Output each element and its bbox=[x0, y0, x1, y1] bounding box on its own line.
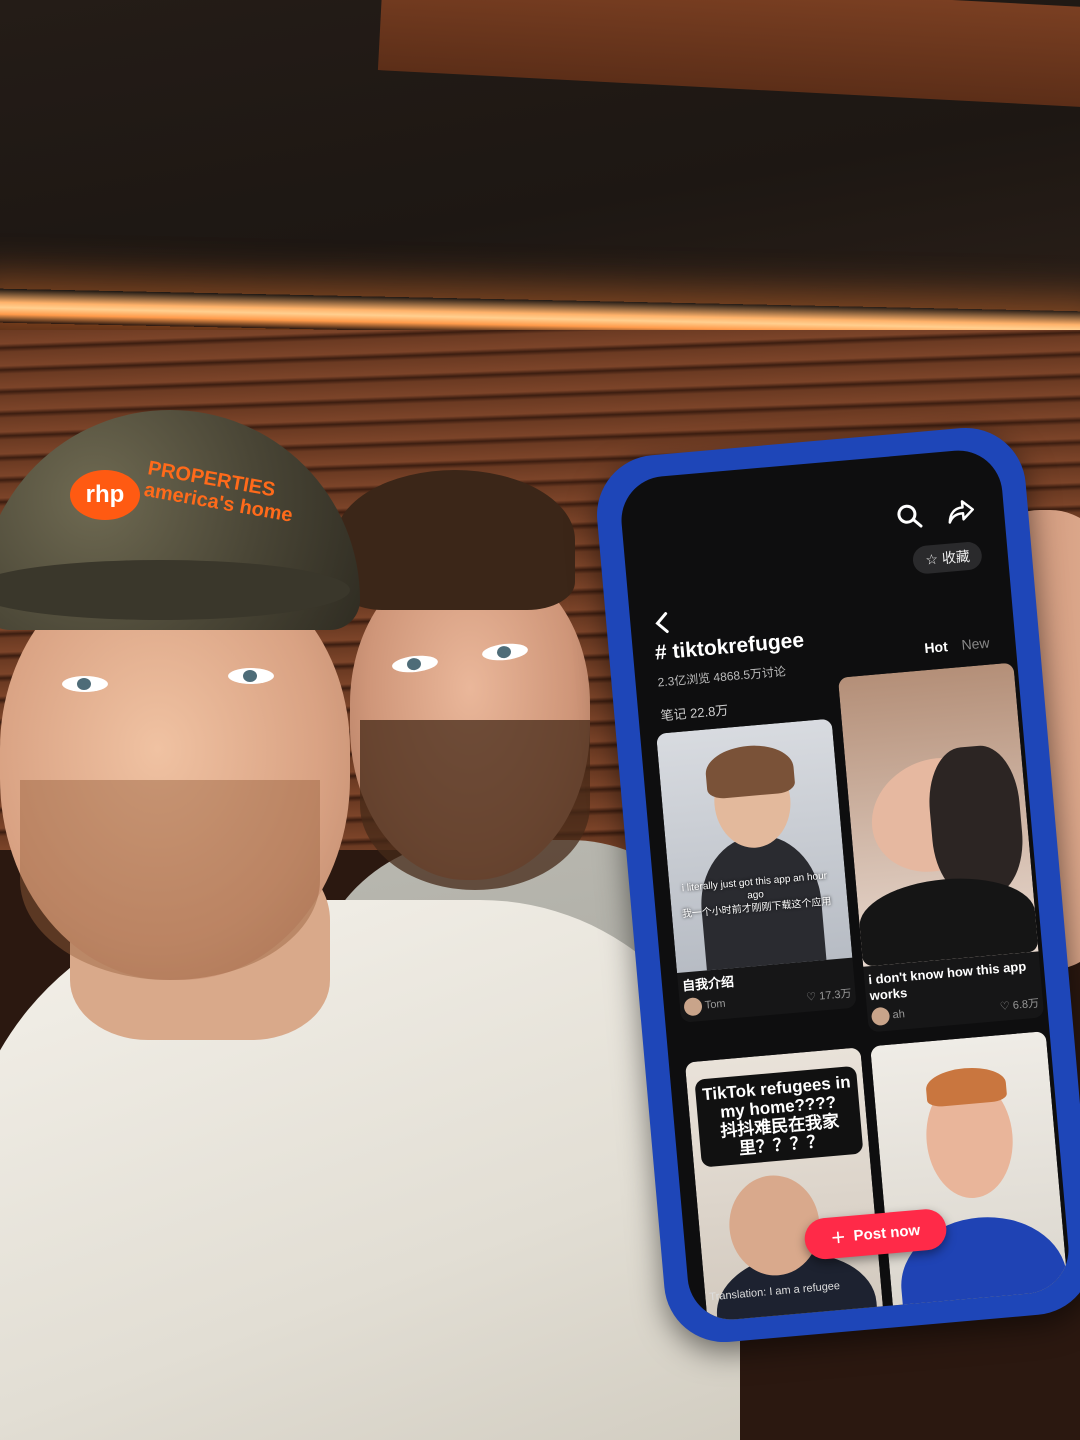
like-count[interactable]: ♡ 6.8万 bbox=[999, 995, 1039, 1014]
favorite-label: 收藏 bbox=[941, 547, 971, 567]
author-name: Tom bbox=[704, 997, 727, 1012]
cap-logo: rhp bbox=[70, 470, 140, 520]
note-thumbnail bbox=[870, 1031, 1072, 1324]
search-icon[interactable] bbox=[891, 498, 928, 535]
note-card[interactable]: TikTok refugees in my home???? 抖抖难民在我家里？… bbox=[684, 1047, 887, 1324]
middle-person-beard bbox=[360, 720, 590, 890]
note-card[interactable]: i literally just got this app an hour ag… bbox=[656, 718, 857, 1023]
left-person-eye-left bbox=[62, 676, 108, 692]
figure-hair bbox=[924, 742, 1028, 900]
note-thumbnail: i literally just got this app an hour ag… bbox=[656, 718, 853, 973]
sort-tabs: Hot New bbox=[924, 635, 990, 657]
like-count[interactable]: ♡ 17.3万 bbox=[806, 985, 853, 1005]
left-person-beard bbox=[20, 780, 320, 980]
top-icons bbox=[891, 493, 980, 534]
post-now-label: Post now bbox=[852, 1221, 921, 1245]
author-name: ah bbox=[892, 1008, 906, 1022]
tab-hot[interactable]: Hot bbox=[924, 638, 949, 656]
note-thumbnail: TikTok refugees in my home???? 抖抖难民在我家里？… bbox=[684, 1047, 887, 1324]
tab-new[interactable]: New bbox=[961, 635, 990, 653]
figure-hair bbox=[703, 742, 796, 800]
figure-body bbox=[856, 871, 1039, 967]
heart-icon: ♡ bbox=[805, 990, 817, 1004]
back-arrow-icon[interactable] bbox=[651, 610, 677, 636]
avatar bbox=[870, 1006, 891, 1027]
favorite-button[interactable]: ☆ 收藏 bbox=[912, 540, 983, 575]
note-card[interactable]: i don't know how this app works ah ♡ 6.8… bbox=[837, 662, 1045, 1033]
likes-value: 6.8万 bbox=[1012, 997, 1040, 1012]
figure-hair bbox=[924, 1064, 1008, 1108]
star-icon: ☆ bbox=[924, 550, 939, 568]
phone-screen: ☆ 收藏 # tiktokrefugee 2.3亿浏览 4868.5万讨论 Ho… bbox=[617, 446, 1073, 1324]
cap-logo-text: rhp bbox=[85, 481, 125, 508]
share-icon[interactable] bbox=[942, 493, 979, 530]
phone: ☆ 收藏 # tiktokrefugee 2.3亿浏览 4868.5万讨论 Ho… bbox=[592, 422, 1080, 1348]
video-overlay-text: TikTok refugees in my home???? 抖抖难民在我家里？… bbox=[694, 1065, 864, 1168]
note-author: ah bbox=[870, 1005, 906, 1027]
middle-person-hair bbox=[335, 470, 575, 610]
heart-icon: ♡ bbox=[999, 1000, 1011, 1013]
photo-scene: rhp PROPERTIES america's home ☆ 收藏 # tik… bbox=[0, 0, 1080, 1440]
note-thumbnail bbox=[837, 662, 1039, 967]
likes-value: 17.3万 bbox=[818, 987, 853, 1003]
left-person-eye-right bbox=[228, 668, 274, 684]
hashtag-stats: 2.3亿浏览 4868.5万讨论 bbox=[657, 664, 787, 690]
hashtag-title: # tiktokrefugee bbox=[654, 628, 805, 665]
note-count: 笔记 22.8万 bbox=[659, 702, 729, 724]
avatar bbox=[683, 996, 703, 1017]
note-card[interactable] bbox=[870, 1031, 1072, 1324]
note-author: Tom bbox=[683, 995, 726, 1017]
plus-icon: ＋ bbox=[830, 1229, 847, 1248]
